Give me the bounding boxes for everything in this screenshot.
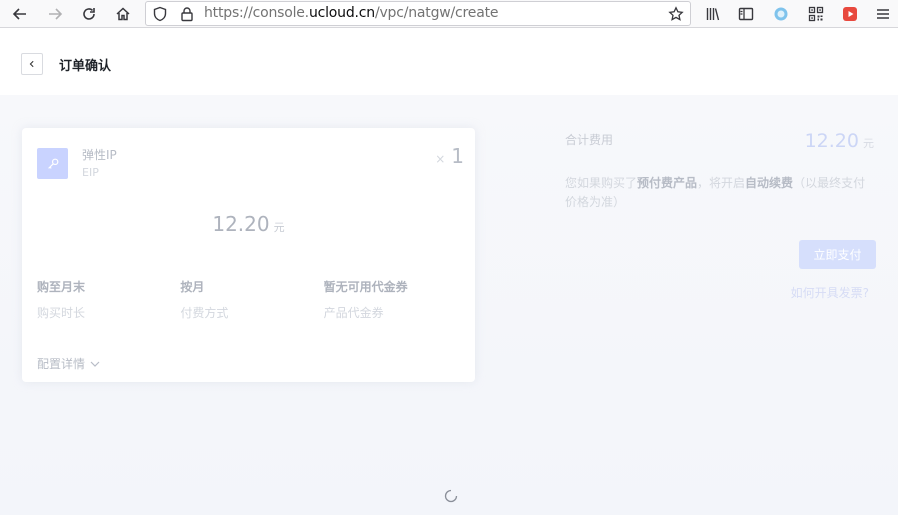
loading-spinner-icon [444,489,458,503]
page-title: 订单确认 [59,59,112,74]
url-prefix: https://console. [204,5,309,21]
attribute-value: 购至月末 [37,280,86,294]
quantity-value: 1 [451,144,464,168]
url-path: /vpc/natgw/create [374,5,499,21]
attribute-label: 产品代金券 [323,306,384,320]
product-price-amount: 12.20 [212,212,270,236]
qr-code-icon[interactable] [806,4,826,24]
invoice-help-link[interactable]: 如何开具发票? [791,284,869,301]
shield-icon[interactable] [152,6,168,22]
product-code: EIP [82,166,99,179]
video-extension-icon[interactable] [840,4,860,24]
sidebar-icon[interactable] [736,4,756,24]
home-icon[interactable] [113,4,133,24]
product-price: 12.20 元 [22,212,475,236]
product-card: 弹性IP EIP × 1 12.20 元 购至月末 购买时长 按月 付费方式 暂无… [22,128,475,382]
chevron-left-icon [29,60,34,68]
url-host: ucloud.cn [308,5,375,21]
total-amount-unit: 元 [863,137,874,150]
attribute-label: 付费方式 [180,306,229,320]
product-attributes: 购至月末 购买时长 按月 付费方式 暂无可用代金券 产品代金券 [37,278,467,321]
total-amount-value: 12.20 [804,130,859,152]
reload-icon[interactable] [79,4,99,24]
browser-toolbar: https://console.ucloud.cn/vpc/natgw/crea… [0,0,898,28]
back-button[interactable] [21,53,43,75]
address-bar[interactable]: https://console.ucloud.cn/vpc/natgw/crea… [145,1,691,26]
attribute-voucher: 暂无可用代金券 产品代金券 [324,278,467,321]
quantity-multiplier: × [435,152,446,166]
product-price-unit: 元 [273,221,285,234]
page-header: 订单确认 [0,29,898,95]
extension-circle-icon[interactable] [771,4,791,24]
note-text: 您如果购买了 [565,176,638,190]
product-name: 弹性IP [82,148,117,162]
attribute-value: 暂无可用代金券 [323,280,408,294]
bookmark-star-icon[interactable] [668,6,684,22]
config-details-label: 配置详情 [37,357,86,371]
quantity: × 1 [435,144,464,168]
lock-icon[interactable] [179,6,195,22]
url-text[interactable]: https://console.ucloud.cn/vpc/natgw/crea… [204,5,498,21]
library-icon[interactable] [703,4,723,24]
total-amount: 12.20 元 [805,130,874,152]
total-label: 合计费用 [565,133,614,147]
back-arrow-icon[interactable] [10,4,30,24]
eip-product-icon [37,148,68,179]
note-emphasis-auto-renew: 自动续费 [745,176,794,190]
attribute-duration: 购至月末 购买时长 [37,278,180,321]
attribute-label: 购买时长 [37,306,86,320]
attribute-payment-method: 按月 付费方式 [180,278,323,321]
auto-renew-note: 您如果购买了预付费产品，将开启自动续费（以最终支付价格为准） [565,174,877,212]
pay-now-button[interactable]: 立即支付 [799,240,876,269]
config-details-toggle[interactable]: 配置详情 [37,355,101,372]
forward-arrow-icon[interactable] [45,4,65,24]
chevron-down-icon [90,361,100,367]
note-text: ，将开启 [697,176,746,190]
attribute-value: 按月 [180,280,205,294]
menu-icon[interactable] [873,4,893,24]
note-emphasis-prepaid: 预付费产品 [637,176,698,190]
